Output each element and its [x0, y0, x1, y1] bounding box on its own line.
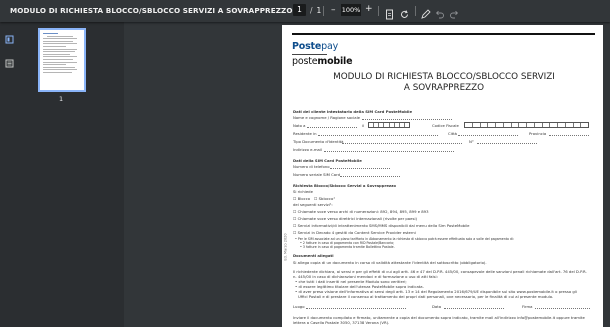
input-date-boxes[interactable] [368, 122, 410, 128]
label-nome: Nome e cognome / Ragione sociale [293, 115, 361, 120]
pdf-page: Postepay postemobile MODULO DI RICHIESTA… [282, 25, 603, 327]
label-citta: Città [448, 131, 458, 136]
postepay-logo: Postepay [292, 41, 339, 52]
label-provincia: Provincia [529, 131, 547, 136]
current-page-input[interactable]: 1 [293, 4, 306, 16]
input-codice-fiscale[interactable] [464, 122, 589, 128]
service-checkbox-4[interactable]: ☐ Servizi in Decado 4 gestiti da Content… [293, 230, 416, 235]
header-rule [292, 33, 595, 35]
label-data: Data [432, 304, 442, 309]
zoom-in-button[interactable]: + [365, 5, 373, 14]
input-luogo[interactable] [306, 308, 406, 309]
label-richiede: Si richiede [293, 189, 313, 194]
label-seguenti: dei seguenti servizi¹: [293, 202, 333, 207]
fit-page-icon[interactable] [384, 5, 395, 20]
input-residente[interactable] [318, 135, 438, 136]
thumbnails-icon[interactable] [5, 29, 14, 44]
thumbnail-page-number: 1 [59, 95, 64, 103]
label-firma: Firma [522, 304, 533, 309]
input-nome[interactable] [362, 119, 452, 120]
page-separator: / [310, 5, 313, 15]
toolbar-divider [415, 6, 416, 16]
section-documents: Documenti allegati [293, 253, 334, 258]
section-customer-data: Dati del cliente intestatario della SIM … [293, 109, 413, 114]
label-nato: Nato a [293, 123, 306, 128]
footer-instructions-2: lettera a Casella Postale 3050, 37138 Ve… [293, 320, 390, 325]
input-telefono[interactable] [330, 168, 390, 169]
label-tipo-documento: Tipo Documento d'Identità [293, 139, 344, 144]
input-nato[interactable] [307, 127, 357, 128]
document-title: MODULO DI RICHIESTA BLOCCO/SBLOCCO SERVI… [10, 6, 293, 15]
outline-icon[interactable] [5, 53, 14, 68]
rotate-icon[interactable] [399, 5, 410, 18]
form-title: MODULO DI RICHIESTA BLOCCO/SBLOCCO SERVI… [333, 72, 555, 93]
label-il: il [362, 123, 365, 128]
option-blocco[interactable]: ☐ Blocco [293, 196, 310, 201]
attachment-note: Si allega copia di un documento in corso… [293, 260, 487, 265]
label-email: Indirizzo e-mail [293, 147, 322, 152]
declaration-bullet-3-cont: Uffici Postali e di prestare il consenso… [298, 294, 554, 299]
pdf-toolbar: MODULO DI RICHIESTA BLOCCO/SBLOCCO SERVI… [0, 0, 610, 22]
page-thumbnail[interactable] [38, 28, 86, 92]
toolbar-divider [378, 6, 379, 16]
input-email[interactable] [324, 151, 454, 152]
thumbnail-content [43, 33, 81, 75]
option-sblocco[interactable]: ☐ Sblocco¹ [314, 196, 335, 201]
input-firma[interactable] [535, 308, 590, 309]
service-checkbox-1[interactable]: ☐ Chiamate voce verso archi di numerazio… [293, 209, 429, 214]
zoom-level-input[interactable]: 100% [341, 4, 361, 16]
input-data[interactable] [444, 308, 504, 309]
zoom-out-button[interactable]: – [331, 6, 336, 15]
input-citta[interactable] [458, 135, 518, 136]
input-seriale[interactable] [340, 176, 400, 177]
edition-note: Ed. Marzo 2020 [283, 233, 288, 261]
section-request: Richiesta Blocco/Sblocco Servizi a Sovra… [293, 183, 396, 188]
label-residente: Residente in [293, 131, 317, 136]
label-seriale: Numero seriale SIM Card [293, 172, 341, 177]
input-numero-documento[interactable] [477, 143, 537, 144]
logo-divider [292, 54, 327, 55]
postemobile-logo: postemobile [292, 56, 353, 67]
page-navigator: 1 / 1 [293, 4, 321, 16]
label-numero: N° [469, 139, 474, 144]
label-codice-fiscale: Codice Fiscale [432, 123, 459, 128]
input-provincia[interactable] [549, 135, 589, 136]
input-tipo-documento[interactable] [342, 143, 462, 144]
service-checkbox-2[interactable]: ☐ Chiamate voce verso direttrici interna… [293, 216, 417, 221]
total-pages: 1 [316, 5, 322, 15]
label-luogo: Luogo [293, 304, 305, 309]
service-checkbox-3[interactable]: ☐ Servizi informativi/di intrattenimento… [293, 223, 470, 228]
footnote-3: • 3 fatture in caso di pagamento tramite… [300, 245, 395, 249]
label-telefono: Numero di telefono [293, 164, 330, 169]
section-sim-data: Dati della SIM Card PosteMobile [293, 158, 362, 163]
toolbar-divider [323, 6, 324, 16]
draw-icon[interactable] [420, 5, 431, 19]
redo-icon[interactable] [449, 5, 460, 19]
undo-icon[interactable] [434, 5, 445, 19]
